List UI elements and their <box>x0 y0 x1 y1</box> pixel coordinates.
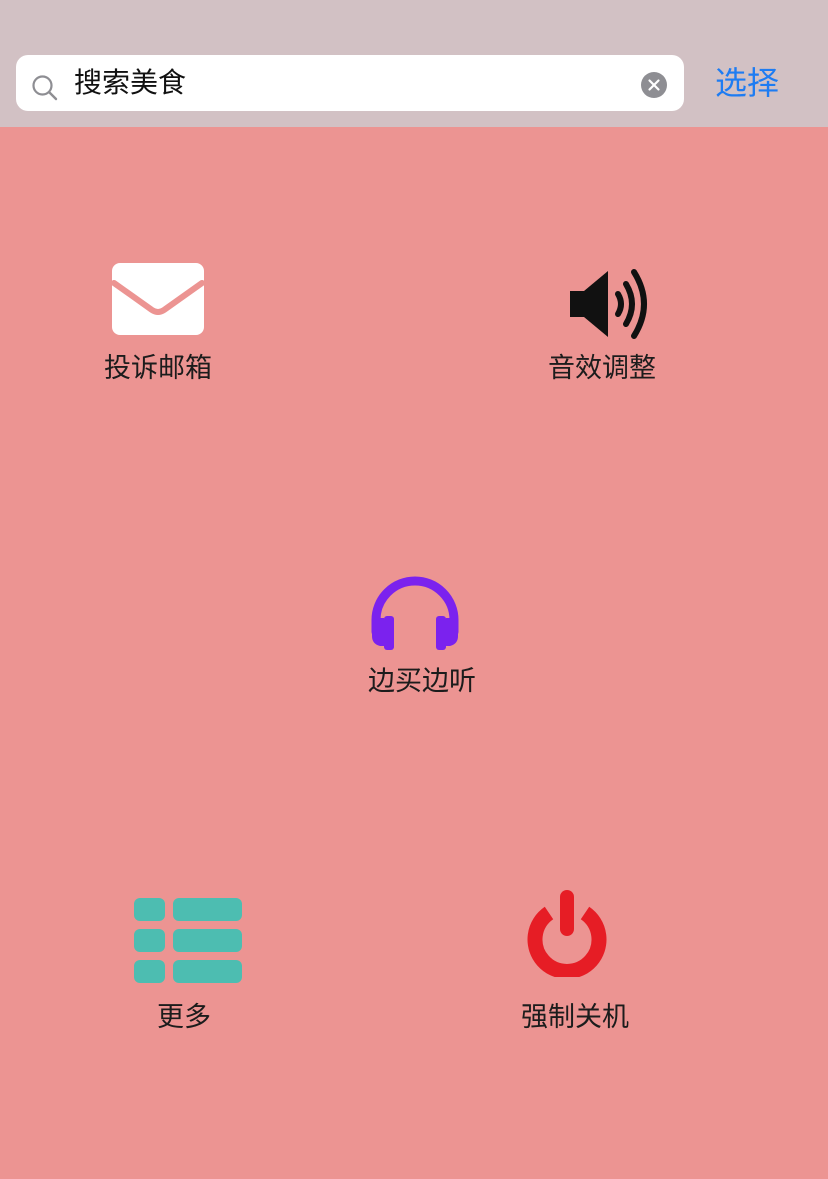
select-button[interactable]: 选择 <box>700 60 794 106</box>
menu-item-complaint-mailbox[interactable]: 投诉邮箱 <box>58 255 258 395</box>
clear-icon[interactable] <box>641 72 667 98</box>
menu-item-more[interactable]: 更多 <box>84 890 284 1040</box>
search-input-value[interactable]: 搜索美食 <box>74 64 186 102</box>
menu-item-label: 投诉邮箱 <box>104 353 212 384</box>
list-icon <box>134 898 242 983</box>
speaker-icon <box>570 269 647 339</box>
menu-item-listen-while-shopping[interactable]: 边买边听 <box>322 570 522 710</box>
power-icon <box>527 890 607 977</box>
menu-item-label: 强制关机 <box>521 1002 629 1033</box>
menu-item-label: 更多 <box>157 1002 211 1033</box>
menu-item-force-shutdown[interactable]: 强制关机 <box>475 885 675 1040</box>
menu-item-sound-adjust[interactable]: 音效调整 <box>502 255 702 395</box>
headphones-icon <box>371 576 459 650</box>
mail-icon <box>112 263 204 335</box>
menu-item-label: 音效调整 <box>548 353 656 384</box>
menu-item-label: 边买边听 <box>368 666 476 697</box>
search-icon <box>32 75 58 101</box>
